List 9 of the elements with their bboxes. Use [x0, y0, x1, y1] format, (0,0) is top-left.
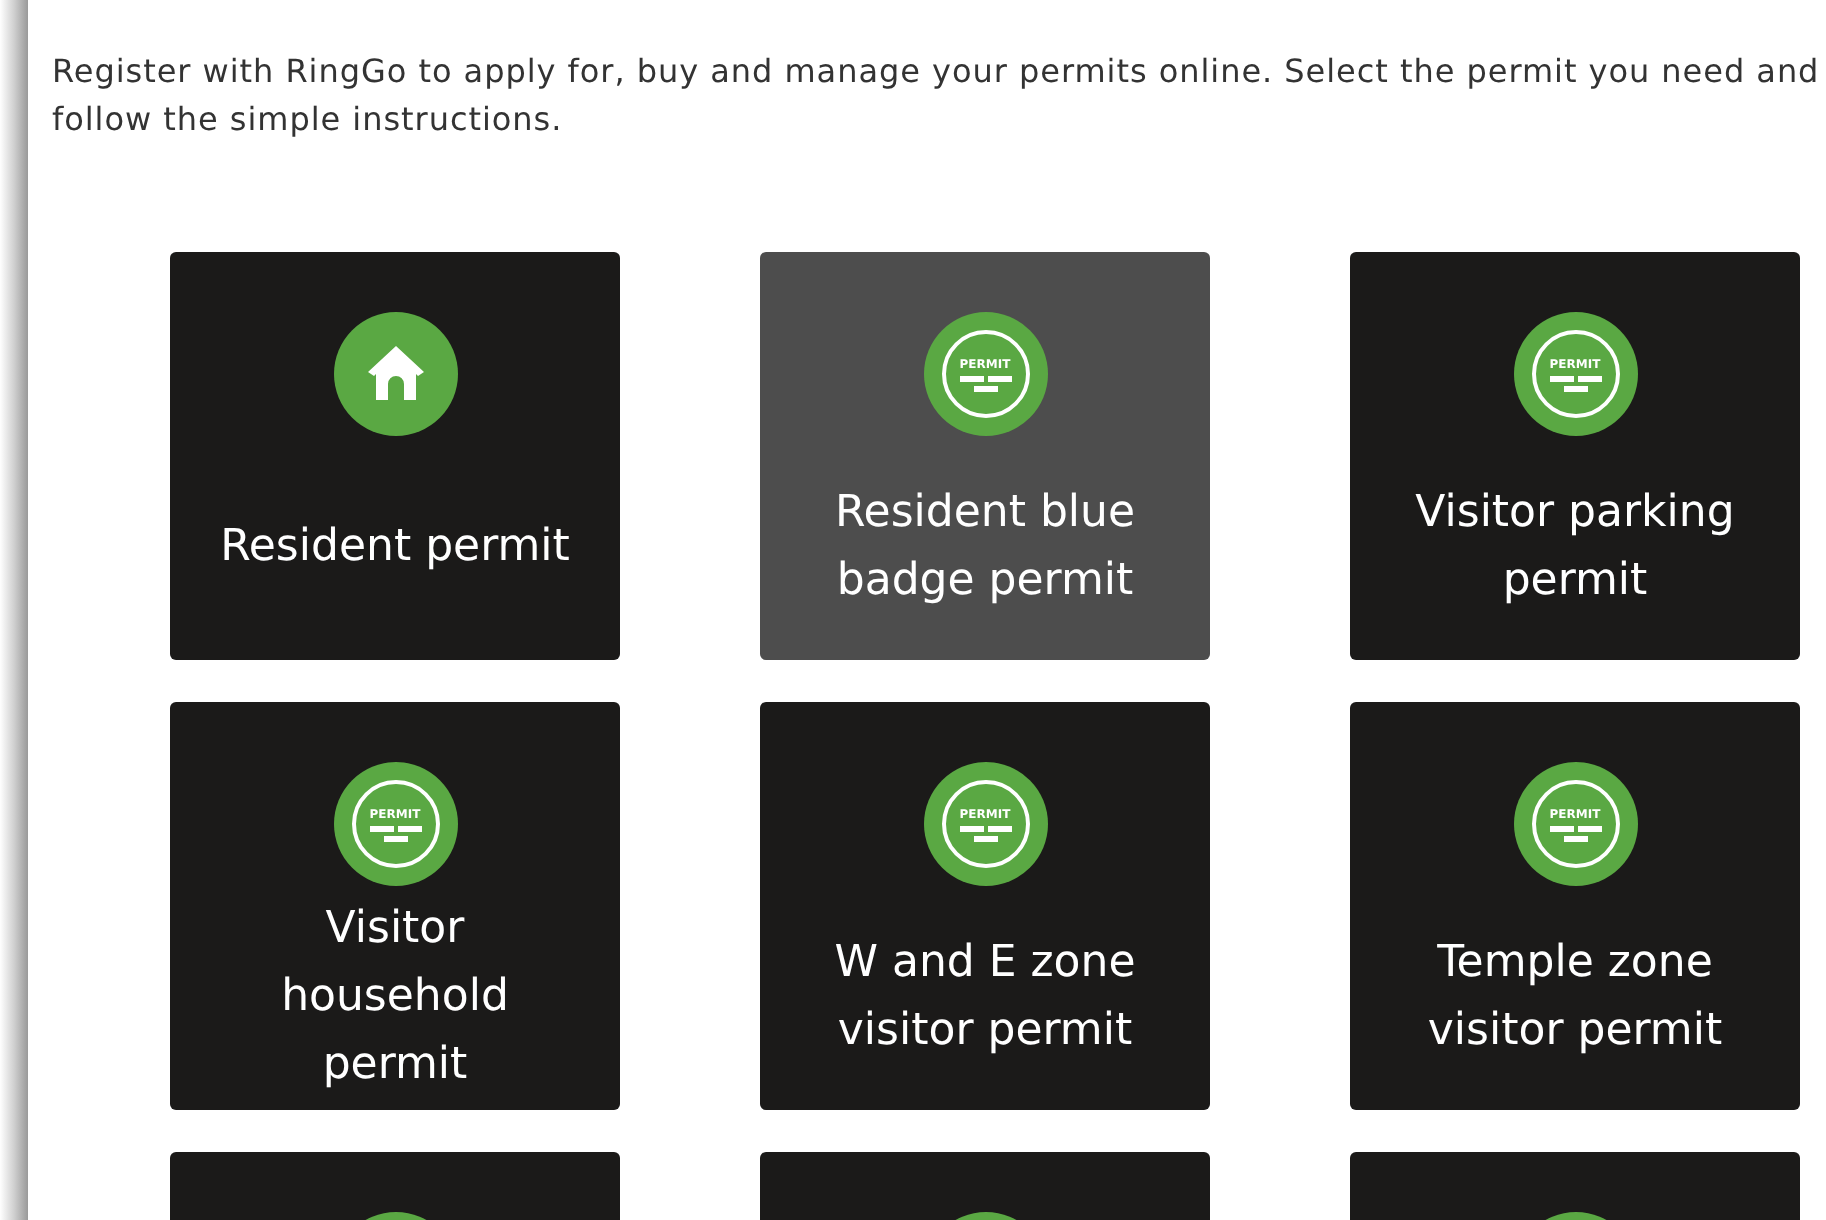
- permit-tile[interactable]: Resident permit: [170, 252, 620, 660]
- tile-label: Visitor parking permit: [1413, 486, 1737, 610]
- tile-label: Visitor household permit: [279, 902, 511, 1094]
- tile-label: Temple zone visitor permit: [1425, 936, 1725, 1060]
- tile-label: W and E zone visitor permit: [832, 936, 1138, 1060]
- tile-label: Resident blue badge permit: [832, 486, 1138, 610]
- intro-text: Register with RingGo to apply for, buy and manage your permits online. Select the permit you need and follow the simple instructions.: [52, 50, 1822, 142]
- tile-label: Resident permit: [220, 520, 570, 576]
- house-icon: [333, 312, 457, 436]
